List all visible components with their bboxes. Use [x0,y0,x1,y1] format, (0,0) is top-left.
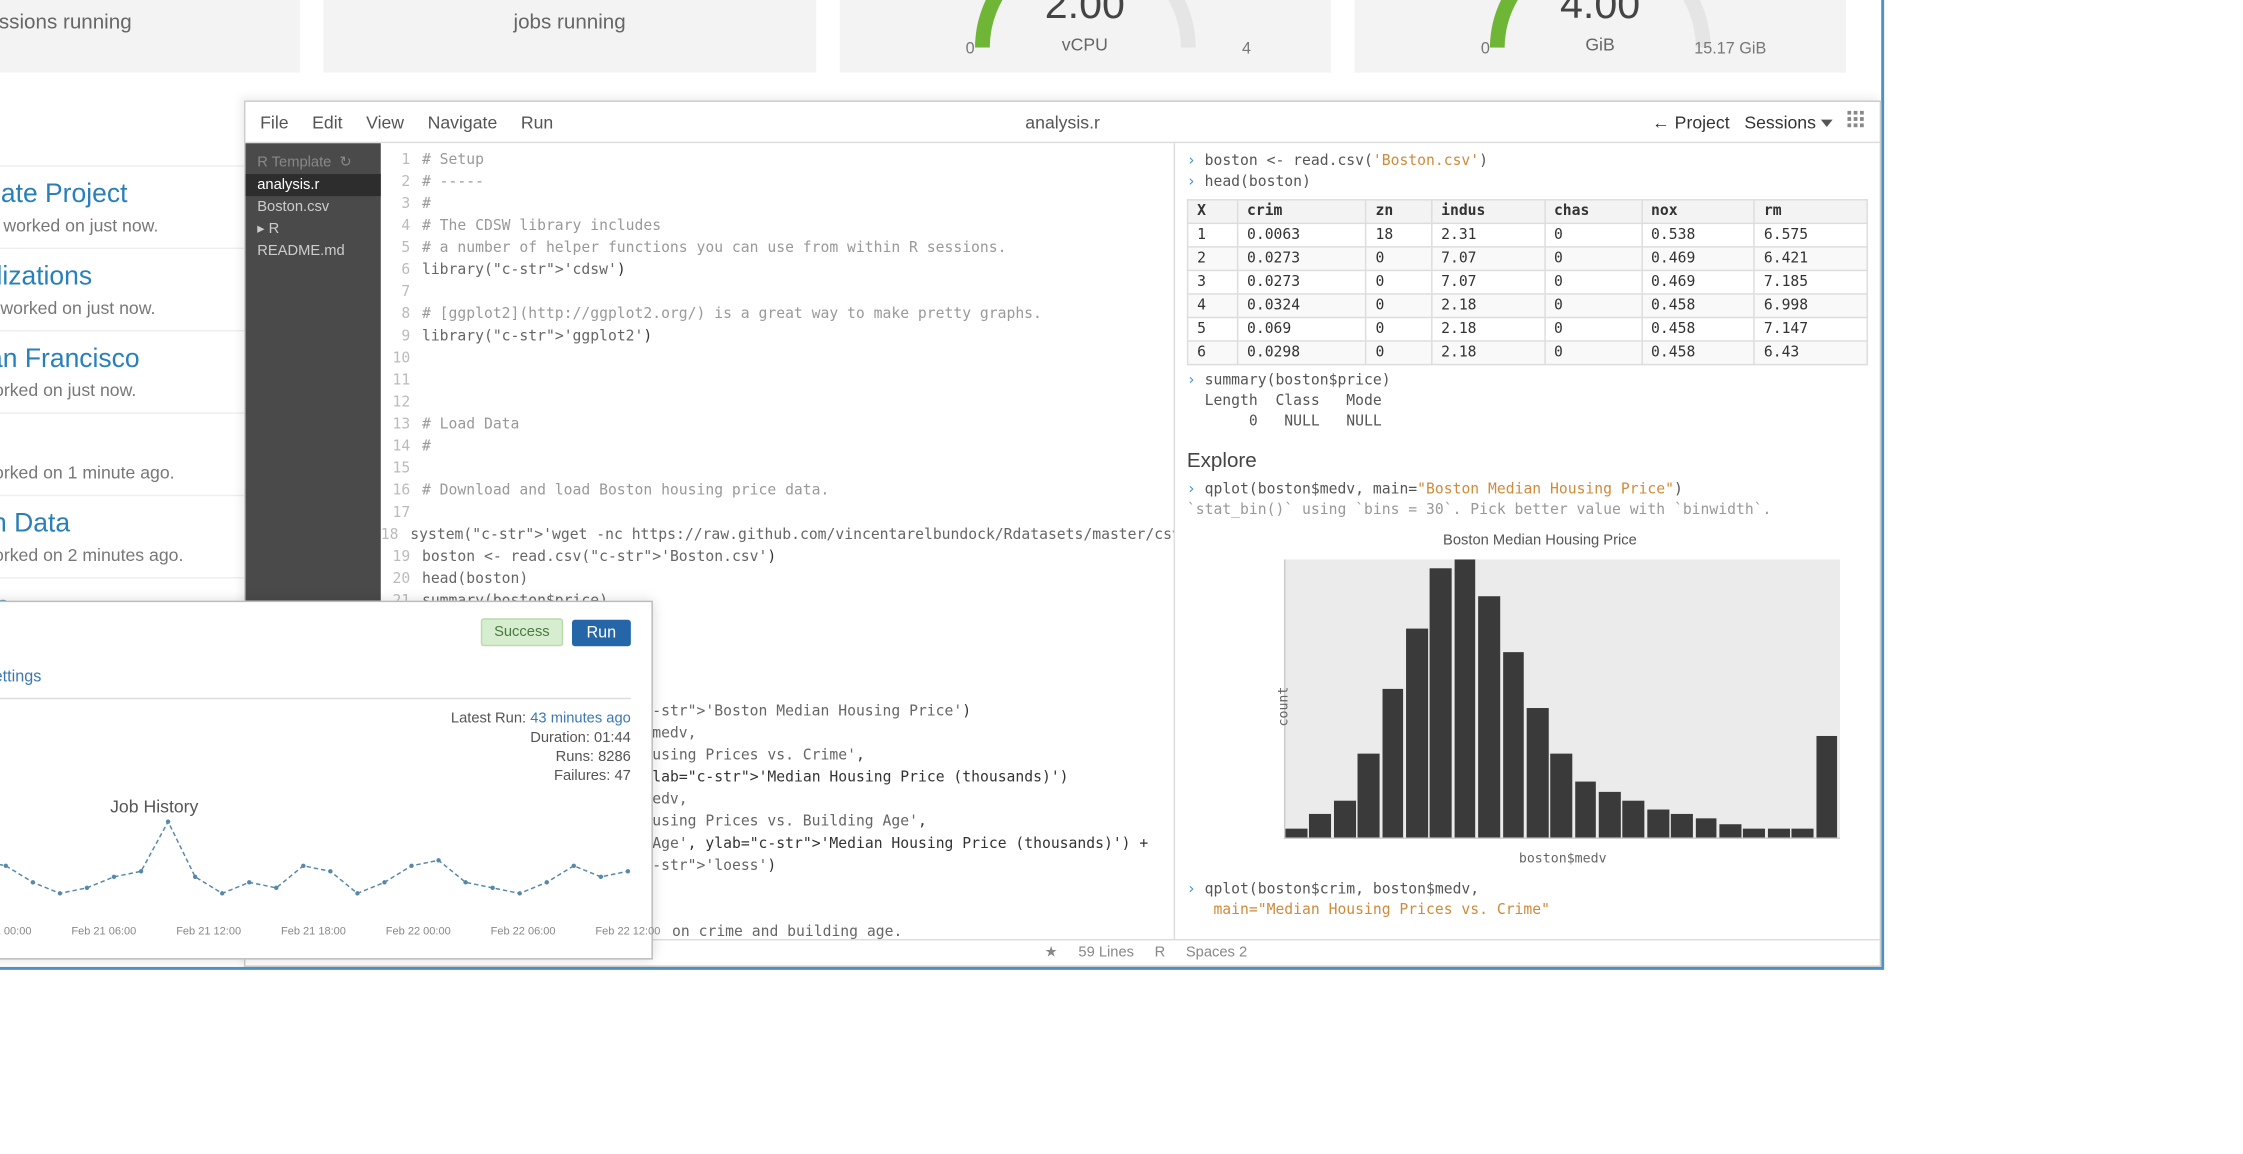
file-tree-item[interactable]: ▸ R [245,218,380,240]
table-row: 10.0063182.3100.5386.575 [1188,223,1868,247]
chevron-down-icon [1821,119,1833,126]
sessions-card: 2 sessions running [0,0,300,73]
cluster-tabs: OverviewHistoryDependenciesSettings [0,662,631,699]
editor-menu-item[interactable]: Run [521,112,553,133]
project-link[interactable]: Python Template Project [0,178,127,209]
run-button[interactable]: Run [572,619,631,645]
project-link[interactable]: Python Visualizations [0,261,92,292]
svg-text:Feb 22 12:00: Feb 22 12:00 [595,926,660,938]
status-badge: Success [481,618,563,646]
editor-menubar: File Edit View Navigate Run analysis.r ← Pro… [245,102,1879,143]
svg-text:Feb 21 00:00: Feb 21 00:00 [0,926,32,938]
file-tree-item[interactable]: Boston.csv [245,196,380,218]
explore-heading: Explore [1187,448,1868,472]
back-to-project-button[interactable]: ← Project [1652,112,1730,133]
svg-text:Feb 21 06:00: Feb 21 06:00 [71,926,136,938]
table-row: 20.027307.0700.4696.421 [1188,247,1868,271]
cluster-metadata-panel: Cluster Metadata Success Run OverviewHis… [0,601,653,960]
svg-text:Feb 21 18:00: Feb 21 18:00 [281,926,346,938]
svg-text:Feb 22 00:00: Feb 22 00:00 [386,926,451,938]
editor-filename: analysis.r [1025,112,1100,133]
sessions-dropdown[interactable]: Sessions [1744,112,1832,133]
table-row: 60.029802.1800.4586.43 [1188,341,1868,365]
project-link[interactable]: Air Quality San Francisco [0,343,140,374]
editor-menu-item[interactable]: View [366,112,404,133]
cluster-tab[interactable]: Settings [0,662,41,697]
editor-menu-item[interactable]: Navigate [428,112,498,133]
file-tree-item[interactable]: analysis.r [245,174,380,196]
file-tree-header[interactable]: R Template ↻ [245,152,380,174]
star-icon: ★ [1045,945,1058,961]
jobs-card: 0 jobs running [324,0,816,73]
data-table: Xcrimzninduschasnoxrm10.0063182.3100.538… [1187,199,1868,365]
file-tree-item[interactable]: README.md [245,240,380,262]
histogram-chart: Boston Median Housing Price count boston… [1231,533,1849,871]
table-row: 30.027307.0700.4697.185 [1188,270,1868,294]
table-row: 40.032402.1800.4586.998 [1188,294,1868,318]
console-output: › boston <- read.csv('Boston.csv') › hea… [1174,143,1880,939]
vcpu-gauge: 2.00 vCPU 0 4 [839,0,1331,73]
svg-text:Feb 22 06:00: Feb 22 06:00 [491,926,556,938]
memory-gauge: 4.00 GiB 0 15.17 GiB [1354,0,1846,73]
stats-row: 2 sessions running 0 jobs running 2.00 v… [0,0,1846,73]
svg-text:Feb 21 12:00: Feb 21 12:00 [176,926,241,938]
apps-grid-button[interactable] [1847,111,1865,133]
project-link[interactable]: Yahoo Search Data [0,508,70,539]
job-history-title: Job History [0,796,631,817]
table-row: 50.06902.1800.4587.147 [1188,317,1868,341]
latest-run-link[interactable]: 43 minutes ago [530,711,631,727]
editor-menu-item[interactable]: File [260,112,288,133]
editor-menu-item[interactable]: Edit [312,112,342,133]
job-history-chart: Duration (s) 190150110Feb 20 12:00Feb 20… [0,820,631,941]
